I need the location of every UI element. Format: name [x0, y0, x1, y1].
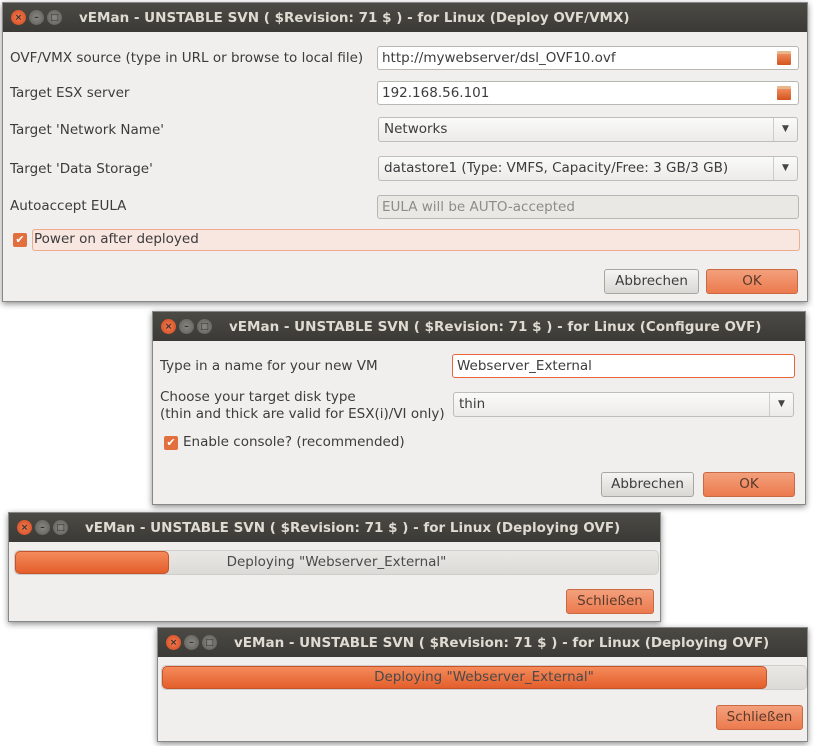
chevron-down-icon: ▼ [769, 393, 793, 416]
close-button[interactable]: Schließen [566, 589, 654, 614]
chevron-down-icon: ▼ [773, 157, 797, 180]
vm-name-input[interactable]: Webserver_External [452, 354, 795, 378]
disk-type-hint: (thin and thick are valid for ESX(i)/VI … [160, 406, 445, 422]
progress-text: Deploying "Webserver_External" [374, 669, 594, 685]
close-button[interactable]: Schließen [716, 705, 803, 730]
source-label: OVF/VMX source (type in URL or browse to… [10, 50, 364, 66]
maximize-icon[interactable]: □ [47, 10, 62, 25]
chevron-down-icon: ▼ [773, 118, 797, 141]
source-input[interactable]: http://mywebserver/dsl_OVF10.ovf [377, 46, 799, 70]
folder-icon[interactable] [777, 51, 791, 65]
deploying-window-2: × – □ vEMan - UNSTABLE SVN ( $Revision: 71… [157, 627, 808, 742]
window-title: vEMan - UNSTABLE SVN ( $Revision: 71 $ )… [234, 634, 770, 651]
esx-value: 192.168.56.101 [382, 85, 490, 101]
eula-value: EULA will be AUTO-accepted [382, 199, 575, 215]
esx-input[interactable]: 192.168.56.101 [377, 81, 799, 105]
title-bar[interactable]: × – □ vEMan - UNSTABLE SVN ( $Revision: 71… [9, 513, 660, 542]
ok-button[interactable]: OK [706, 269, 798, 294]
minimize-icon[interactable]: – [35, 520, 50, 535]
close-icon[interactable]: × [11, 10, 26, 25]
close-icon[interactable]: × [17, 520, 32, 535]
ok-button[interactable]: OK [703, 472, 795, 497]
maximize-icon[interactable]: □ [202, 635, 217, 650]
storage-label: Target 'Data Storage' [10, 161, 153, 177]
disk-type-value: thin [459, 396, 486, 412]
cancel-button[interactable]: Abbrechen [601, 472, 694, 497]
console-checkbox[interactable]: ✔ [164, 436, 178, 450]
storage-value: datastore1 (Type: VMFS, Capacity/Free: 3… [384, 160, 729, 176]
network-select[interactable]: Networks ▼ [378, 117, 798, 142]
maximize-icon[interactable]: □ [53, 520, 68, 535]
storage-select[interactable]: datastore1 (Type: VMFS, Capacity/Free: 3… [378, 156, 798, 181]
progress-text: Deploying "Webserver_External" [226, 554, 447, 570]
title-bar[interactable]: × – □ vEMan - UNSTABLE SVN ( $Revision: 71… [158, 628, 807, 657]
source-value: http://mywebserver/dsl_OVF10.ovf [382, 50, 616, 66]
eula-input: EULA will be AUTO-accepted [377, 195, 799, 219]
disk-type-select[interactable]: thin ▼ [453, 392, 794, 417]
deploying-window-1: × – □ vEMan - UNSTABLE SVN ( $Revision: 71… [8, 512, 661, 622]
vm-name-label: Type in a name for your new VM [160, 358, 378, 374]
power-on-label: Power on after deployed [34, 231, 199, 247]
network-value: Networks [384, 121, 448, 137]
console-label: Enable console? (recommended) [183, 434, 405, 450]
minimize-icon[interactable]: – [29, 10, 44, 25]
window-title: vEMan - UNSTABLE SVN ( $Revision: 71 $ )… [85, 519, 621, 536]
title-bar[interactable]: × – □ vEMan - UNSTABLE SVN ( $Revision: 71… [153, 312, 805, 341]
vm-name-value: Webserver_External [457, 358, 592, 374]
close-icon[interactable]: × [161, 319, 176, 334]
window-title: vEMan - UNSTABLE SVN ( $Revision: 71 $ )… [229, 318, 762, 335]
network-label: Target 'Network Name' [10, 122, 164, 138]
maximize-icon[interactable]: □ [197, 319, 212, 334]
configure-ovf-window: × – □ vEMan - UNSTABLE SVN ( $Revision: 71… [152, 311, 806, 505]
minimize-icon[interactable]: – [184, 635, 199, 650]
deploy-ovf-window: × – □ vEMan - UNSTABLE SVN ( $Revision: 71… [2, 2, 808, 302]
progress-bar: Deploying "Webserver_External" [14, 550, 659, 575]
cancel-button[interactable]: Abbrechen [604, 269, 699, 294]
minimize-icon[interactable]: – [179, 319, 194, 334]
eula-label: Autoaccept EULA [10, 198, 127, 214]
title-bar[interactable]: × – □ vEMan - UNSTABLE SVN ( $Revision: 71… [3, 3, 807, 32]
progress-bar: Deploying "Webserver_External" [161, 665, 807, 690]
disk-type-label: Choose your target disk type [160, 389, 356, 405]
folder-icon[interactable] [777, 86, 791, 100]
esx-label: Target ESX server [10, 85, 130, 101]
power-on-checkbox[interactable]: ✔ [13, 233, 27, 247]
window-title: vEMan - UNSTABLE SVN ( $Revision: 71 $ )… [79, 9, 630, 26]
close-icon[interactable]: × [166, 635, 181, 650]
